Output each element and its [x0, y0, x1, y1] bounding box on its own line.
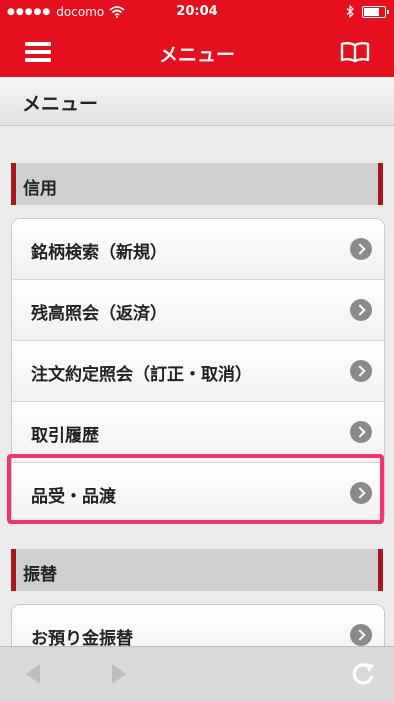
menu-item-balance-inquiry[interactable]: 残高照会（返済）	[12, 279, 384, 340]
section-accent-right	[378, 163, 383, 205]
forward-arrow-icon[interactable]	[102, 659, 132, 689]
chevron-right-icon	[350, 482, 372, 504]
chevron-right-icon	[350, 238, 372, 260]
menu-item-label: 品受・品渡	[31, 487, 116, 507]
page-title: メニュー	[22, 93, 99, 115]
section-header-credit: 信用	[11, 163, 383, 205]
section-title: 信用	[23, 179, 57, 199]
nav-title: メニュー	[158, 44, 235, 66]
status-bar: ●●●●● docomo 20:04	[0, 0, 394, 26]
menu-item-trade-history[interactable]: 取引履歴	[12, 401, 384, 462]
section-header-transfer: 振替	[11, 549, 383, 591]
menu-item-label: 注文約定照会（訂正・取消）	[31, 365, 252, 385]
page-title-bar: メニュー	[0, 77, 394, 126]
menu-item-label: 銘柄検索（新規）	[31, 243, 167, 263]
menu-item-label: 取引履歴	[31, 426, 99, 446]
section-accent-right	[378, 549, 383, 591]
chevron-right-icon	[350, 360, 372, 382]
app-header: ●●●●● docomo 20:04 メニュー	[0, 0, 394, 77]
status-right-icons	[346, 5, 389, 18]
browser-toolbar	[0, 646, 394, 701]
chevron-right-icon	[350, 624, 372, 646]
reload-icon[interactable]	[348, 659, 378, 689]
menu-list-credit: 銘柄検索（新規） 残高照会（返済） 注文約定照会（訂正・取消） 取引履歴 品受・…	[11, 218, 385, 524]
section-accent-left	[11, 549, 16, 591]
section-title: 振替	[23, 565, 57, 585]
menu-item-delivery[interactable]: 品受・品渡	[12, 462, 384, 523]
book-icon[interactable]	[340, 41, 370, 63]
bluetooth-icon	[346, 5, 354, 18]
section-accent-left	[11, 163, 16, 205]
nav-bar: メニュー	[0, 26, 394, 77]
menu-item-order-inquiry[interactable]: 注文約定照会（訂正・取消）	[12, 340, 384, 401]
chevron-right-icon	[350, 421, 372, 443]
battery-level	[364, 7, 379, 16]
menu-item-label: 残高照会（返済）	[31, 304, 167, 324]
chevron-right-icon	[350, 299, 372, 321]
battery-icon	[362, 5, 389, 18]
back-arrow-icon[interactable]	[20, 659, 50, 689]
status-time: 20:04	[176, 4, 218, 19]
menu-item-stock-search[interactable]: 銘柄検索（新規）	[12, 219, 384, 279]
